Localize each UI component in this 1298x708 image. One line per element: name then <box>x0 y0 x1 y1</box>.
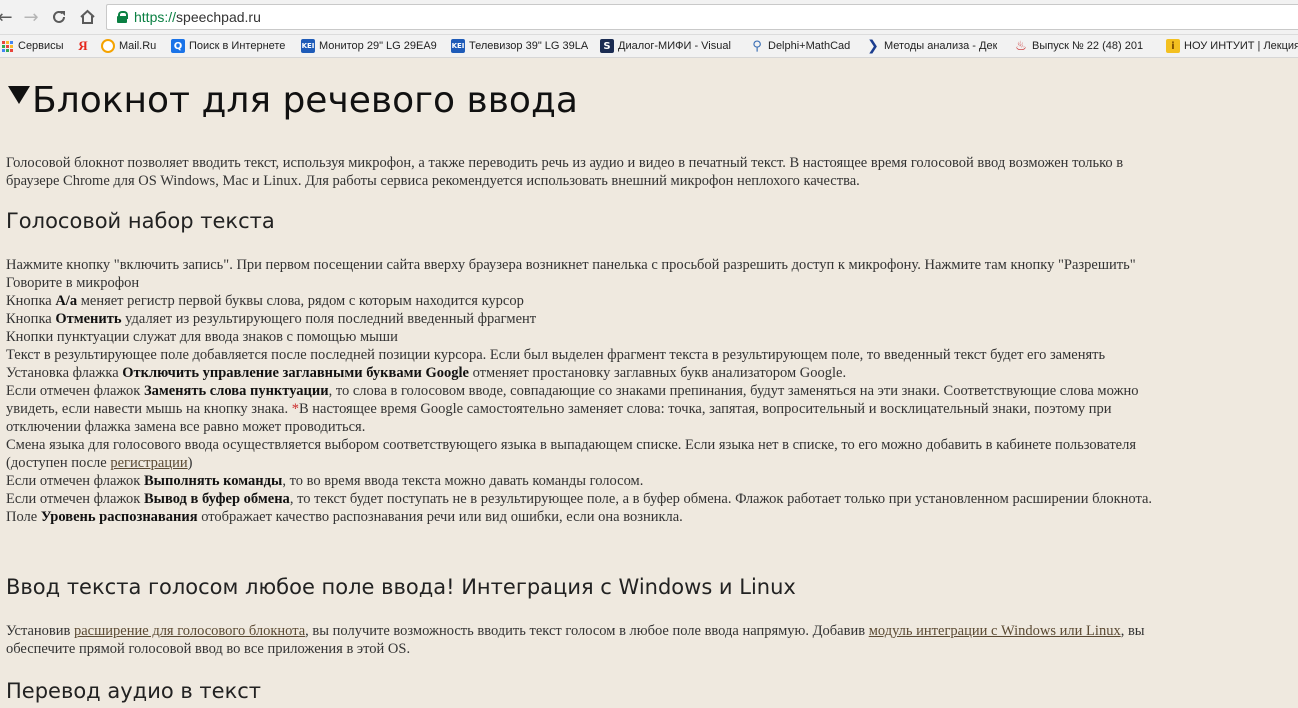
section-heading-voice-typing: Голосовой набор текста <box>6 209 275 233</box>
issue-icon: ♨ <box>1015 38 1027 54</box>
kei-icon: KEI <box>301 39 315 53</box>
bookmark-issue[interactable]: ♨ Выпуск № 22 (48) 201 <box>1014 38 1156 54</box>
extension-link[interactable]: расширение для голосового блокнота <box>74 623 305 639</box>
bookmark-label: Монитор 29" LG 29EA9 <box>319 40 437 52</box>
bookmark-search[interactable]: Q Поиск в Интернете <box>171 38 293 54</box>
reload-icon[interactable] <box>48 6 70 28</box>
dialog-mifi-icon: S <box>600 39 614 53</box>
bookmark-mailru[interactable]: Mail.Ru <box>101 38 163 54</box>
yandex-icon: Я <box>78 38 88 53</box>
browser-toolbar: ← → https://speechpad.ru <box>0 0 1298 35</box>
bookmark-delphi[interactable]: ⚲ Delphi+MathCad <box>750 38 858 54</box>
bookmark-label: Mail.Ru <box>119 40 157 52</box>
search-glass-icon: ⚲ <box>752 38 762 54</box>
bookmark-yandex[interactable]: Я <box>76 38 92 54</box>
arrow-icon: ❯ <box>867 38 879 54</box>
collapse-triangle-icon[interactable] <box>8 86 30 104</box>
section-heading-audio-to-text: Перевод аудио в текст <box>6 679 262 703</box>
bookmark-intuit[interactable]: i НОУ ИНТУИТ | Лекция <box>1166 38 1298 54</box>
bookmark-methods[interactable]: ❯ Методы анализа - Дек <box>866 38 1002 54</box>
back-arrow-icon[interactable]: ← <box>0 6 16 28</box>
url-text: https://speechpad.ru <box>134 9 261 25</box>
bookmark-services[interactable]: Сервисы <box>2 38 66 54</box>
address-bar[interactable]: https://speechpad.ru <box>106 4 1298 30</box>
bookmark-dialog-mifi[interactable]: S Диалог-МИФИ - Visual <box>600 38 741 54</box>
bookmark-tv[interactable]: KEI Телевизор 39" LG 39LA <box>451 38 589 54</box>
registration-link[interactable]: регистрации <box>110 455 187 471</box>
section-heading-integration: Ввод текста голосом любое поле ввода! Ин… <box>6 575 796 599</box>
bookmark-label: Сервисы <box>18 40 64 52</box>
bookmark-label: НОУ ИНТУИТ | Лекция <box>1184 40 1298 52</box>
kei-icon: KEI <box>451 39 465 53</box>
page-title: Блокнот для речевого ввода <box>6 80 578 121</box>
mailru-icon <box>101 39 115 53</box>
apps-grid-icon <box>2 40 13 52</box>
voice-typing-instructions: Нажмите кнопку "включить запись". При пе… <box>6 257 1153 525</box>
bookmark-label: Поиск в Интернете <box>189 40 286 52</box>
integration-module-link[interactable]: модуль интеграции с Windows или Linux <box>869 623 1121 639</box>
bookmark-label: Методы анализа - Дек <box>884 40 998 52</box>
bookmarks-bar: Сервисы Я Mail.Ru Q Поиск в Интернете KE… <box>0 35 1298 58</box>
bookmark-monitor[interactable]: KEI Монитор 29" LG 29EA9 <box>301 38 441 54</box>
integration-paragraph: Установив расширение для голосового блок… <box>6 623 1145 657</box>
intuit-icon: i <box>1166 39 1180 53</box>
home-icon[interactable] <box>76 6 98 28</box>
intro-paragraph: Голосовой блокнот позволяет вводить текс… <box>6 155 1124 189</box>
bookmark-label: Диалог-МИФИ - Visual <box>618 40 731 52</box>
bookmark-label: Delphi+MathCad <box>768 40 851 52</box>
lock-icon <box>117 11 128 23</box>
bookmark-label: Выпуск № 22 (48) 201 <box>1032 40 1144 52</box>
bookmark-label: Телевизор 39" LG 39LA <box>469 40 589 52</box>
search-icon: Q <box>171 39 185 53</box>
forward-arrow-icon[interactable]: → <box>20 6 42 28</box>
